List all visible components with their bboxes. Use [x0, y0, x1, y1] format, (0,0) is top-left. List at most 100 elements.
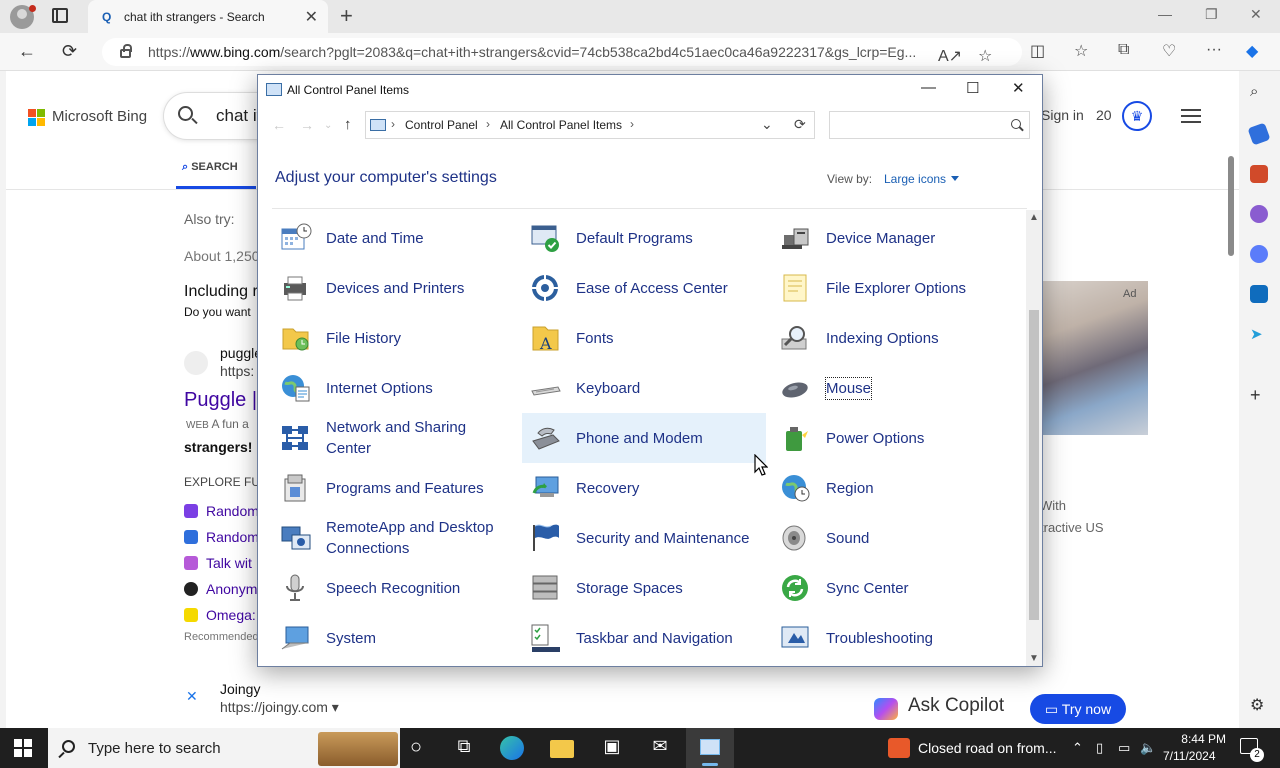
cp-item-file-history[interactable]: File History	[272, 313, 516, 363]
cp-item-devices-and-printers[interactable]: Devices and Printers	[272, 263, 516, 313]
more-menu-icon[interactable]: ···	[1206, 41, 1222, 59]
window-titlebar[interactable]: All Control Panel Items — ☐ ✕	[258, 75, 1042, 105]
back-arrow-icon[interactable]: ←	[272, 117, 286, 133]
cp-item-network-sharing[interactable]: Network and Sharing Center	[272, 413, 516, 463]
cp-item-keyboard[interactable]: Keyboard	[522, 363, 766, 413]
maximize-icon[interactable]: ☐	[966, 79, 979, 97]
cp-item-date-and-time[interactable]: Date and Time	[272, 213, 516, 263]
url-text[interactable]: https://www.bing.com/search?pglt=2083&q=…	[148, 44, 916, 60]
browser-minimize-icon[interactable]: —	[1158, 6, 1172, 22]
sidebar-settings-gear-icon[interactable]: ⚙	[1250, 695, 1268, 714]
telegram-icon[interactable]: ➤	[1250, 325, 1268, 343]
browser-tab-active[interactable]: Q chat ith strangers - Search ✕	[88, 0, 328, 33]
scroll-down-arrow-icon[interactable]: ▼	[1029, 653, 1039, 664]
related-link[interactable]: Talk wit	[184, 555, 252, 571]
add-sidebar-app-icon[interactable]: +	[1250, 385, 1268, 405]
mail-icon[interactable]: ✉	[648, 736, 672, 760]
related-link[interactable]: Anonym	[184, 581, 257, 597]
result-site-url[interactable]: https://joingy.com ▾	[220, 699, 339, 716]
cp-item-file-explorer-options[interactable]: File Explorer Options	[772, 263, 1016, 313]
cp-item-remoteapp[interactable]: RemoteApp and Desktop Connections	[272, 513, 516, 563]
result-title-link[interactable]: Puggle |	[184, 389, 257, 412]
related-link[interactable]: Random	[184, 529, 259, 545]
tools-icon[interactable]	[1250, 165, 1268, 183]
network-icon[interactable]: ▭	[1118, 740, 1130, 756]
cortana-circle-icon[interactable]: ○	[404, 736, 428, 760]
clock-date[interactable]: 7/11/2024	[1163, 749, 1216, 763]
cp-item-troubleshooting[interactable]: Troubleshooting	[772, 613, 1016, 663]
up-arrow-icon[interactable]: ↑	[344, 116, 352, 133]
close-icon[interactable]: ✕	[1012, 79, 1025, 97]
cp-item-sound[interactable]: Sound	[772, 513, 1016, 563]
cp-item-speech-recognition[interactable]: Speech Recognition	[272, 563, 516, 613]
news-widget-text[interactable]: Closed road on from...	[918, 740, 1057, 756]
clock-time[interactable]: 8:44 PM	[1174, 732, 1226, 746]
url-field[interactable]: https://www.bing.com/search?pglt=2083&q=…	[102, 38, 1022, 66]
refresh-icon[interactable]: ⟳	[794, 116, 806, 133]
related-link[interactable]: Omega:	[184, 607, 256, 623]
breadcrumb-control-panel[interactable]: Control Panel	[405, 118, 478, 132]
rewards-trophy-icon[interactable]: ♛	[1122, 101, 1152, 131]
back-arrow-icon[interactable]: ←	[18, 41, 36, 62]
breadcrumb-all-items[interactable]: All Control Panel Items	[500, 118, 622, 132]
cp-item-indexing-options[interactable]: Indexing Options	[772, 313, 1016, 363]
copilot-logo-icon[interactable]	[874, 698, 898, 720]
copilot-icon[interactable]: ◆	[1246, 41, 1258, 61]
shopping-tag-icon[interactable]	[1247, 122, 1271, 146]
file-explorer-icon[interactable]	[550, 740, 574, 758]
address-dropdown-chevron-icon[interactable]: ⌄	[761, 116, 773, 133]
battery-icon[interactable]: ▯	[1096, 740, 1103, 756]
search-highlight-image[interactable]	[318, 732, 398, 766]
cp-item-region[interactable]: Region	[772, 463, 1016, 513]
lock-icon[interactable]	[120, 44, 132, 58]
rewards-points[interactable]: 20	[1096, 107, 1112, 123]
cp-item-taskbar-navigation[interactable]: Taskbar and Navigation	[522, 613, 766, 663]
items-scrollbar[interactable]: ▲ ▼	[1026, 210, 1042, 666]
new-tab-plus-icon[interactable]: +	[340, 3, 353, 29]
result-site-name[interactable]: puggle	[220, 345, 262, 361]
task-view-icon[interactable]: ⧉	[452, 736, 476, 760]
favorite-star-icon[interactable]: ☆	[978, 46, 992, 66]
scrollbar-thumb[interactable]	[1029, 310, 1039, 620]
traffic-alert-icon[interactable]	[888, 738, 910, 758]
cp-item-device-manager[interactable]: Device Manager	[772, 213, 1016, 263]
cp-item-mouse[interactable]: Mouse	[772, 363, 1016, 413]
ask-copilot-button[interactable]: Ask Copilot	[908, 695, 1004, 717]
cp-item-fonts[interactable]: A Fonts	[522, 313, 766, 363]
cp-item-storage-spaces[interactable]: Storage Spaces	[522, 563, 766, 613]
tab-close-icon[interactable]: ✕	[305, 7, 318, 27]
scroll-up-arrow-icon[interactable]: ▲	[1029, 212, 1039, 223]
microsoft-365-icon[interactable]	[1250, 245, 1268, 263]
show-hidden-icons-chevron-icon[interactable]: ⌃	[1072, 740, 1083, 756]
recent-locations-chevron-icon[interactable]: ⌄	[324, 120, 332, 131]
cp-item-ease-of-access[interactable]: Ease of Access Center	[522, 263, 766, 313]
breadcrumb[interactable]: › Control Panel › All Control Panel Item…	[365, 111, 815, 139]
games-icon[interactable]	[1250, 205, 1268, 223]
refresh-icon[interactable]: ⟳	[62, 41, 77, 62]
forward-arrow-icon[interactable]: →	[300, 117, 314, 133]
control-panel-search-input[interactable]	[829, 111, 1030, 139]
try-now-button[interactable]: ▭ Try now	[1030, 694, 1126, 724]
hamburger-menu-icon[interactable]	[1181, 109, 1201, 111]
cp-item-default-programs[interactable]: Default Programs	[522, 213, 766, 263]
favorites-icon[interactable]: ☆	[1074, 41, 1088, 61]
split-screen-icon[interactable]: ◫	[1030, 41, 1045, 61]
ad-image[interactable]	[1036, 281, 1148, 435]
cp-item-programs-and-features[interactable]: Programs and Features	[272, 463, 516, 513]
windows-start-icon[interactable]	[14, 739, 32, 757]
bing-brand[interactable]: Microsoft Bing	[52, 108, 147, 125]
cp-item-recovery[interactable]: Recovery	[522, 463, 766, 513]
cp-item-internet-options[interactable]: Internet Options	[272, 363, 516, 413]
volume-muted-icon[interactable]: 🔈	[1140, 740, 1156, 756]
cp-item-security-maintenance[interactable]: Security and Maintenance	[522, 513, 766, 563]
outlook-icon[interactable]	[1250, 285, 1268, 303]
minimize-icon[interactable]: —	[921, 79, 936, 96]
search-query[interactable]: chat it	[216, 106, 261, 126]
edge-browser-icon[interactable]	[500, 736, 524, 760]
tab-search[interactable]: ⌕ SEARCH	[182, 161, 238, 174]
result-site-url[interactable]: https:	[220, 363, 254, 379]
cp-item-system[interactable]: System	[272, 613, 516, 663]
microsoft-store-icon[interactable]: ▣	[600, 736, 624, 760]
breadcrumb-separator-icon[interactable]: ›	[486, 117, 490, 131]
sidebar-search-icon[interactable]: ⌕	[1250, 83, 1268, 101]
